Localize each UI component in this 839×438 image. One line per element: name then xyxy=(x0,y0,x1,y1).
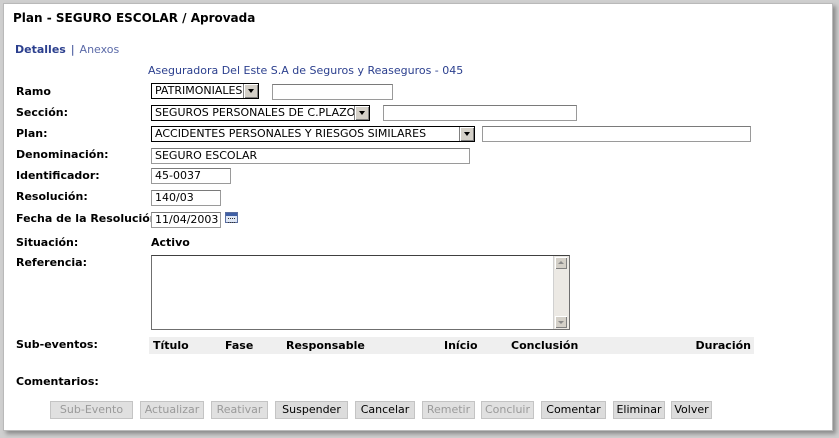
reativar-button[interactable]: Reativar xyxy=(211,401,268,419)
plan-label: Plan: xyxy=(16,127,48,140)
sub-eventos-table-header: Título Fase Responsable Início Conclusió… xyxy=(149,337,754,354)
resolucion-field[interactable]: 140/03 xyxy=(151,190,221,206)
tab-separator: | xyxy=(70,43,75,56)
chevron-down-icon xyxy=(243,84,258,98)
resolucion-label: Resolución: xyxy=(16,190,88,203)
fecha-resolucion-label: Fecha de la Resolución: xyxy=(16,212,163,225)
tab-anexos[interactable]: Anexos xyxy=(80,43,120,56)
scroll-up-icon[interactable] xyxy=(555,257,567,269)
chevron-down-icon xyxy=(459,127,474,141)
insurer-name: Aseguradora Del Este S.A de Seguros y Re… xyxy=(148,64,464,77)
ramo-extra-field[interactable] xyxy=(272,84,393,100)
chevron-down-icon xyxy=(354,106,369,120)
actualizar-button[interactable]: Actualizar xyxy=(140,401,204,419)
referencia-scrollbar[interactable] xyxy=(553,256,569,329)
seccion-selected-value: SEGUROS PERSONALES DE C.PLAZO xyxy=(155,106,356,119)
comentar-button[interactable]: Comentar xyxy=(541,401,606,419)
column-responsable: Responsable xyxy=(286,339,365,352)
sub-eventos-label: Sub-eventos: xyxy=(16,338,98,351)
identificador-label: Identificador: xyxy=(16,169,100,182)
column-duracion: Duración xyxy=(695,339,752,352)
concluir-button[interactable]: Concluir xyxy=(481,401,534,419)
tab-detalles[interactable]: Detalles xyxy=(15,43,66,56)
column-inicio: Início xyxy=(444,339,478,352)
ramo-select[interactable]: PATRIMONIALES xyxy=(151,83,259,99)
referencia-label: Referencia: xyxy=(16,256,88,269)
denominacion-label: Denominación: xyxy=(16,148,109,161)
plan-select[interactable]: ACCIDENTES PERSONALES Y RIESGOS SIMILARE… xyxy=(151,126,475,142)
tab-bar: Detalles | Anexos xyxy=(15,43,119,56)
column-titulo: Título xyxy=(153,339,189,352)
plan-selected-value: ACCIDENTES PERSONALES Y RIESGOS SIMILARE… xyxy=(155,127,427,140)
seccion-select[interactable]: SEGUROS PERSONALES DE C.PLAZO xyxy=(151,105,370,121)
volver-button[interactable]: Volver xyxy=(671,401,712,419)
seccion-label: Sección: xyxy=(16,106,68,119)
situacion-value: Activo xyxy=(151,236,190,249)
suspender-button[interactable]: Suspender xyxy=(275,401,348,419)
situacion-label: Situación: xyxy=(16,236,79,249)
sub-evento-button[interactable]: Sub-Evento xyxy=(50,401,133,419)
referencia-textarea[interactable] xyxy=(151,255,570,330)
comentarios-label: Comentarios: xyxy=(16,375,99,388)
remetir-button[interactable]: Remetir xyxy=(422,401,475,419)
column-fase: Fase xyxy=(225,339,254,352)
ramo-label: Ramo xyxy=(16,85,51,98)
cancelar-button[interactable]: Cancelar xyxy=(355,401,415,419)
eliminar-button[interactable]: Eliminar xyxy=(613,401,665,419)
ramo-selected-value: PATRIMONIALES xyxy=(155,84,243,97)
fecha-resolucion-field[interactable]: 11/04/2003 xyxy=(151,212,221,228)
column-conclusion: Conclusión xyxy=(511,339,579,352)
identificador-field[interactable]: 45-0037 xyxy=(151,168,231,184)
calendar-icon[interactable] xyxy=(225,212,238,223)
denominacion-field[interactable]: SEGURO ESCOLAR xyxy=(151,148,470,164)
plan-extra-field[interactable] xyxy=(482,126,751,142)
seccion-extra-field[interactable] xyxy=(383,105,577,121)
page-title: Plan - SEGURO ESCOLAR / Aprovada xyxy=(13,11,256,25)
scroll-down-icon[interactable] xyxy=(555,316,567,328)
